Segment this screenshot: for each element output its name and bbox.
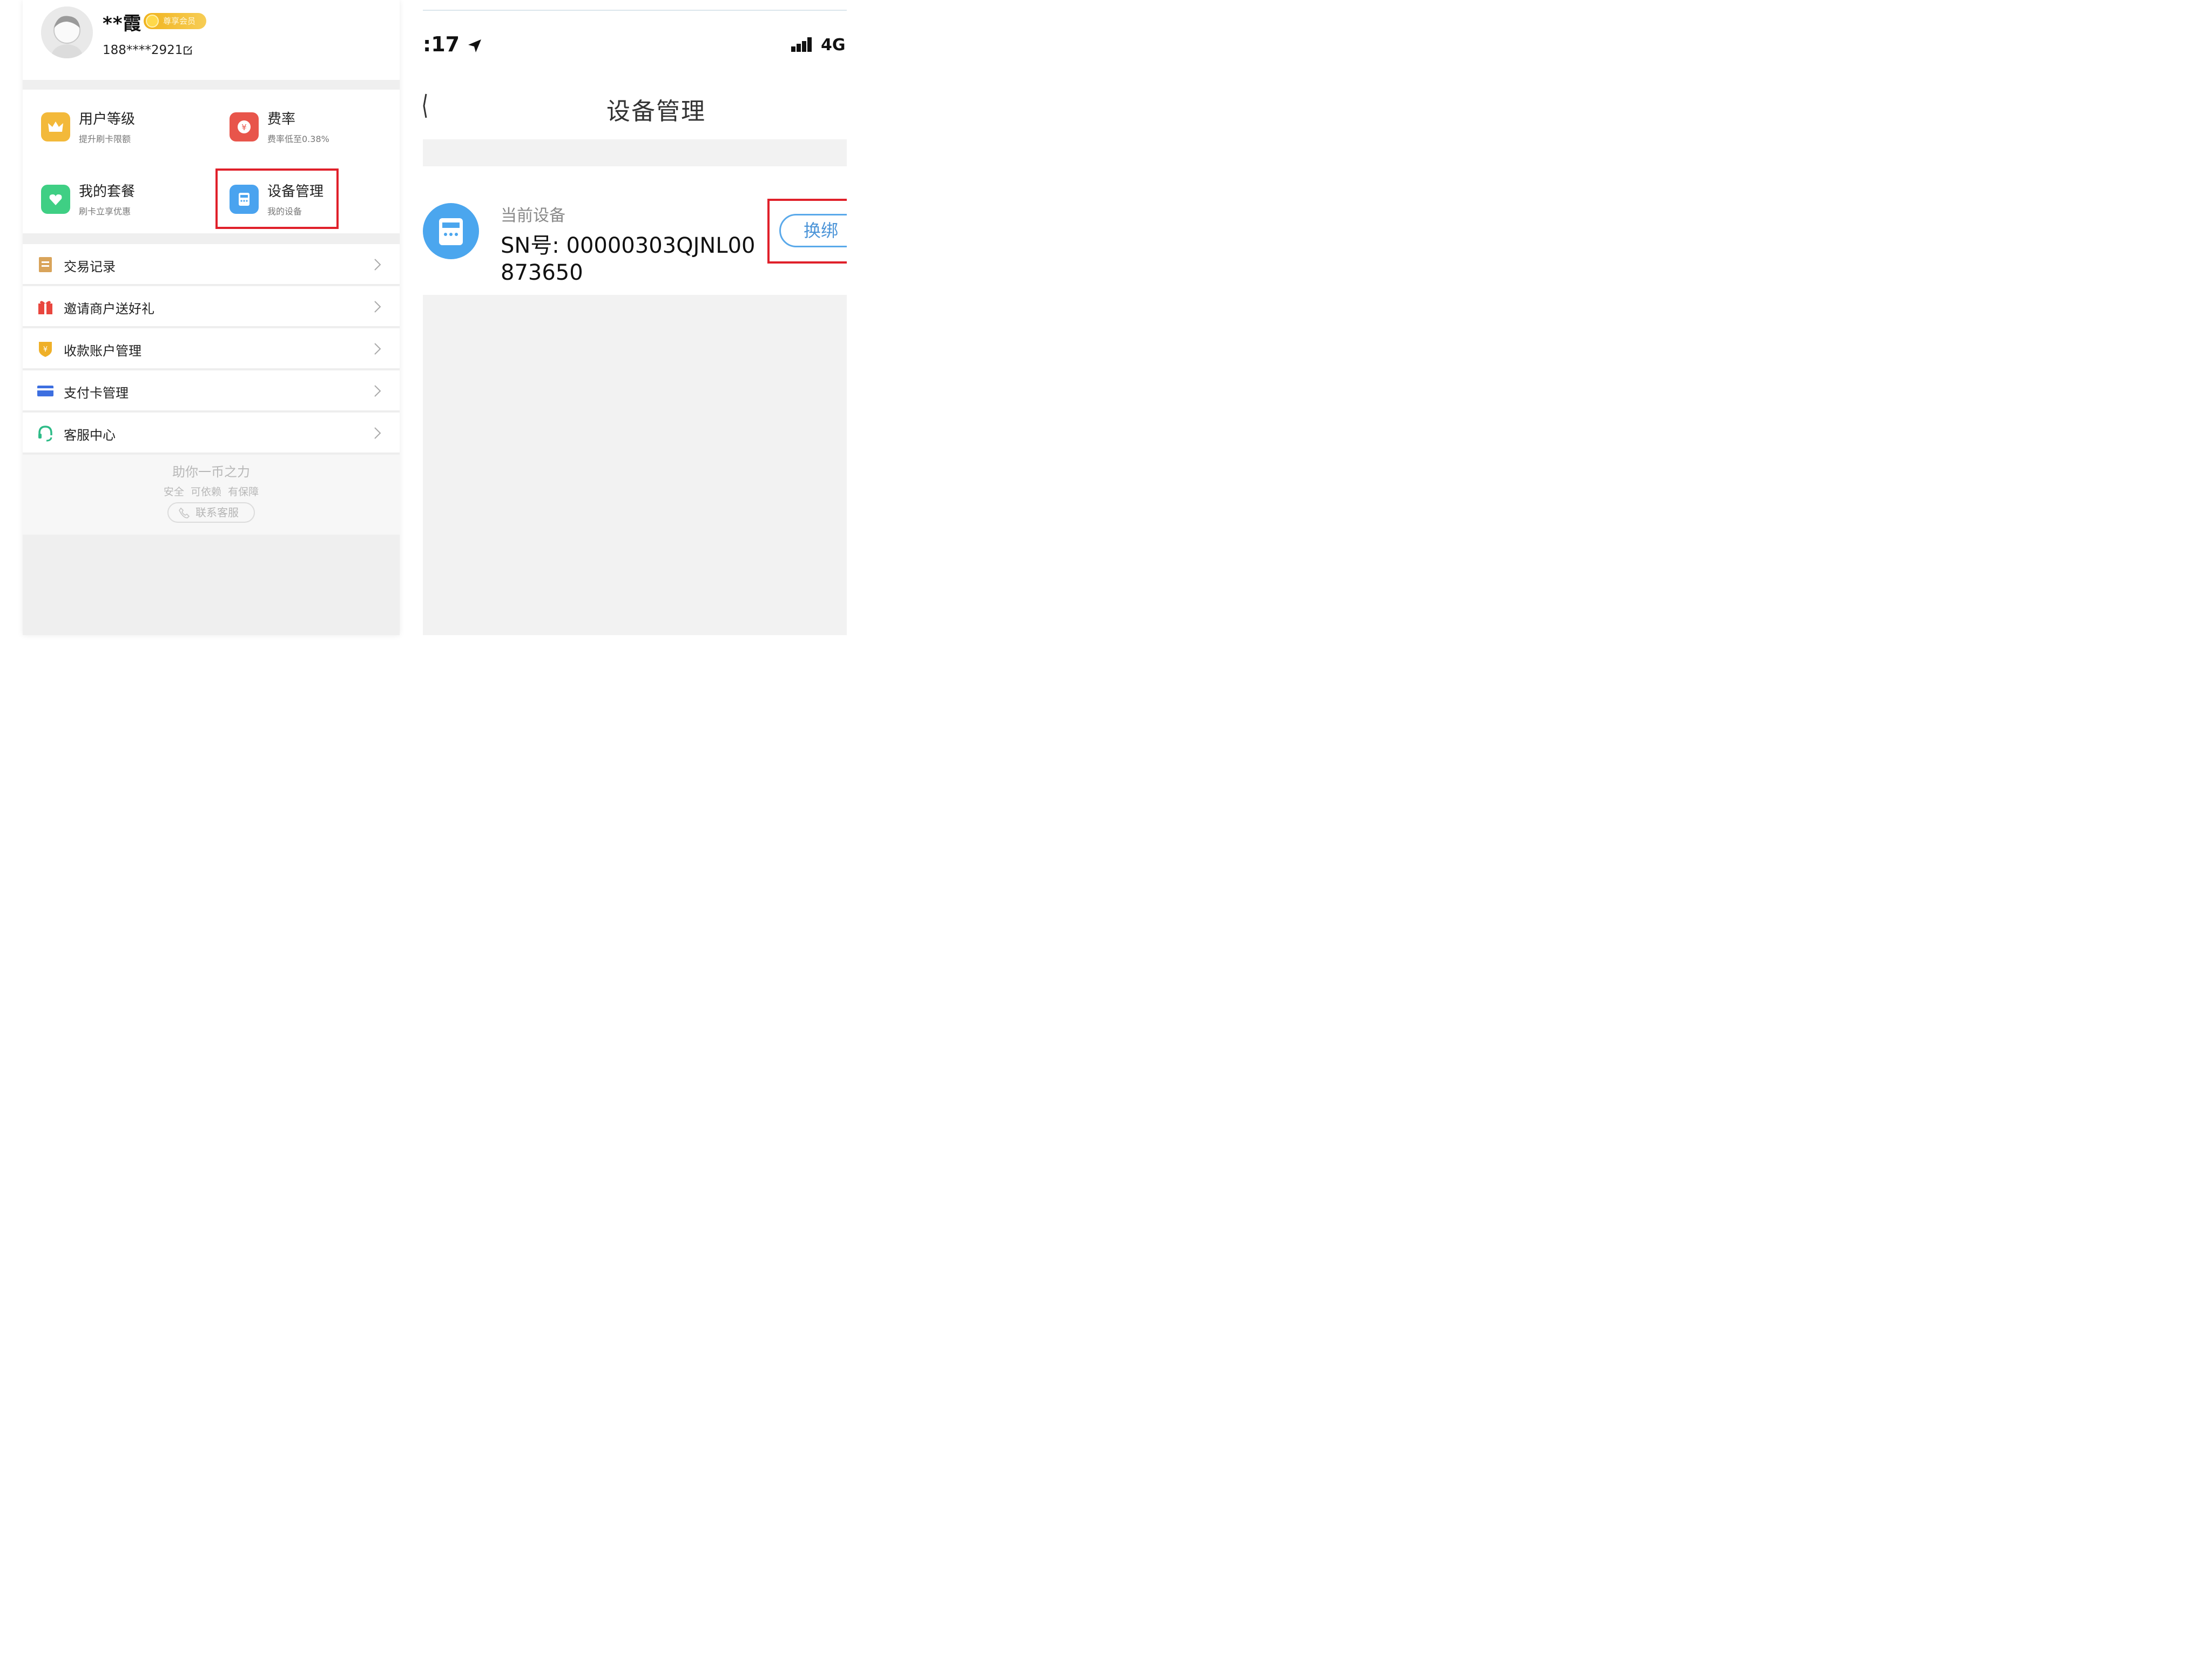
edit-icon[interactable] [183,45,193,56]
page-title: 设备管理 [606,98,706,125]
list-item-invite-merchants[interactable]: 邀请商户送好礼 [23,286,400,327]
avatar[interactable] [41,6,93,58]
back-arrow-icon[interactable] [423,93,427,119]
crown-icon [41,112,70,141]
profile-screen: **霞 尊享会员 188****2921 用户等级 提升刷卡限额 ¥ 费率 费率… [23,0,400,635]
footer-subslogan: 安全 可依赖 有保障 [163,486,259,498]
grid-item-my-package[interactable]: 我的套餐 刷卡立享优惠 [41,180,203,229]
current-device-label: 当前设备 [501,206,565,225]
svg-text:¥: ¥ [43,346,48,354]
feature-grid: 用户等级 提升刷卡限额 ¥ 费率 费率低至0.38% 我的套餐 刷卡立享优惠 设… [23,90,400,233]
record-icon [39,257,52,272]
divider [423,10,847,11]
headset-icon [38,426,52,442]
footer-slogan: 助你一币之力 [172,464,250,480]
card-icon [37,386,53,396]
username: **霞 [103,13,142,35]
shield-yuan-icon: ¥ [39,342,52,357]
list-item-payment-account[interactable]: ¥ 收款账户管理 [23,328,400,369]
profile-header: **霞 尊享会员 188****2921 [23,0,400,80]
svg-text:¥: ¥ [241,123,247,132]
avatar-icon [41,6,93,58]
pos-device-icon [423,203,479,259]
left-screenshot: **霞 尊享会员 188****2921 用户等级 提升刷卡限额 ¥ 费率 费率… [0,0,423,635]
list-item-customer-service[interactable]: 客服中心 [23,413,400,454]
highlight-device-management [215,168,339,229]
location-arrow-icon [468,39,482,52]
yuan-icon: ¥ [230,112,259,141]
list-item-transaction-records[interactable]: 交易记录 [23,244,400,285]
chevron-right-icon [374,343,381,355]
chevron-right-icon [374,301,381,313]
signal-icon [791,37,812,52]
device-sn: SN号: 00000303QJNL00 873650 [501,233,756,285]
status-time: :17 [423,32,483,56]
top-bar: :17 4G 设备管理 [423,0,847,139]
crown-star-icon [146,15,159,28]
grid-item-rate[interactable]: ¥ 费率 费率低至0.38% [230,108,392,157]
chevron-right-icon [374,427,381,439]
list-item-payment-card[interactable]: 支付卡管理 [23,370,400,412]
chevron-right-icon [374,259,381,271]
gift-icon [38,301,52,314]
phone-icon [179,507,190,518]
vip-badge: 尊享会员 [144,13,206,29]
phone-number: 188****2921 [103,43,183,57]
heart-icon [41,185,70,214]
highlight-rebind-button [767,199,847,264]
network-type: 4G [821,36,846,55]
chevron-right-icon [374,385,381,397]
grid-item-user-level[interactable]: 用户等级 提升刷卡限额 [41,108,203,157]
contact-service-button[interactable]: 联系客服 [167,502,255,523]
right-screenshot: :17 4G 设备管理 当前设备 SN号: 00000303QJNL00 873… [423,0,847,635]
